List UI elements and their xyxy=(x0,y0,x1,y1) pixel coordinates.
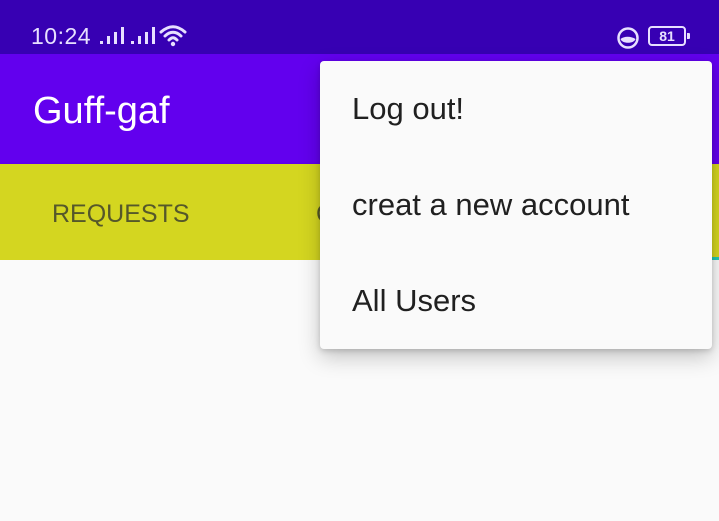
signal-icon xyxy=(100,27,124,44)
battery-cap xyxy=(687,33,690,39)
signal-icon xyxy=(131,27,155,44)
wifi-icon xyxy=(159,25,187,47)
app-title: Guff-gaf xyxy=(33,90,170,132)
tab-requests[interactable]: REQUESTS xyxy=(52,199,190,229)
android-screen: 10:24 81 Guff-gaf REQUESTS Log out! crea… xyxy=(0,0,719,521)
menu-item-log-out[interactable]: Log out! xyxy=(320,61,712,157)
overflow-menu: Log out! creat a new account All Users xyxy=(320,61,712,349)
menu-item-create-account[interactable]: creat a new account xyxy=(320,157,712,253)
status-bar: 10:24 81 xyxy=(0,0,719,54)
status-circle-icon xyxy=(617,27,639,49)
status-time: 10:24 xyxy=(31,23,92,49)
battery-icon: 81 xyxy=(648,26,686,46)
menu-item-all-users[interactable]: All Users xyxy=(320,253,712,349)
battery-level: 81 xyxy=(659,28,675,44)
